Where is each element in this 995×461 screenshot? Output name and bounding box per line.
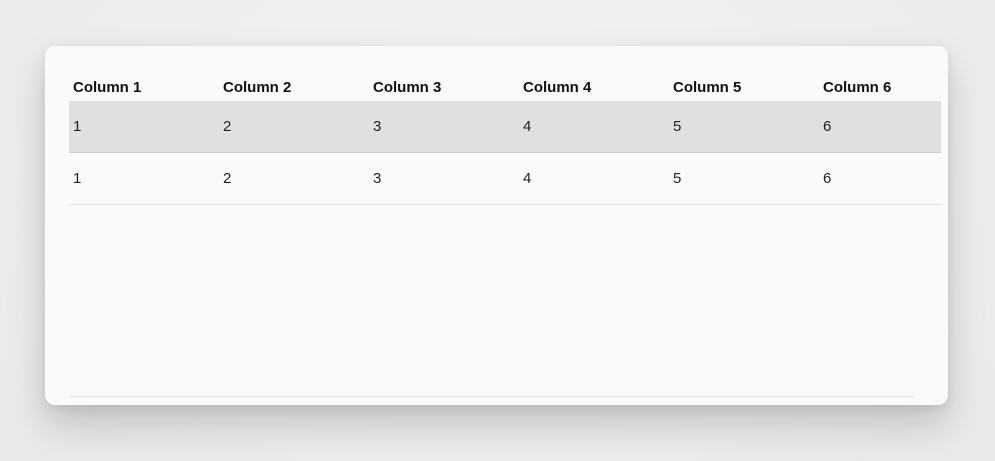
table-cell: 5 <box>673 170 682 187</box>
column-header-1[interactable]: Column 1 <box>69 79 219 101</box>
column-header-4[interactable]: Column 4 <box>519 79 669 101</box>
column-header-3[interactable]: Column 3 <box>369 79 519 101</box>
table-cell: 2 <box>223 170 232 187</box>
table-cell: 3 <box>373 118 382 135</box>
table-cell: 4 <box>523 170 532 187</box>
table-footer-divider <box>69 396 914 397</box>
column-header-5[interactable]: Column 5 <box>669 79 819 101</box>
data-table: Column 1 Column 2 Column 3 Column 4 Colu… <box>69 70 941 205</box>
table-cell: 3 <box>373 170 382 187</box>
table-cell: 5 <box>673 118 682 135</box>
table-cell: 1 <box>73 118 82 135</box>
column-header-2[interactable]: Column 2 <box>219 79 369 101</box>
table-cell: 1 <box>73 170 82 187</box>
table-cell: 6 <box>823 118 832 135</box>
table-cell: 2 <box>223 118 232 135</box>
table-cell: 6 <box>823 170 832 187</box>
table-header-row: Column 1 Column 2 Column 3 Column 4 Colu… <box>69 70 941 101</box>
column-header-6[interactable]: Column 6 <box>819 79 941 101</box>
table-row[interactable]: 1 2 3 4 5 6 <box>69 153 941 205</box>
table-cell: 4 <box>523 118 532 135</box>
table-row[interactable]: 1 2 3 4 5 6 <box>69 101 941 153</box>
table-card: Column 1 Column 2 Column 3 Column 4 Colu… <box>45 46 948 405</box>
